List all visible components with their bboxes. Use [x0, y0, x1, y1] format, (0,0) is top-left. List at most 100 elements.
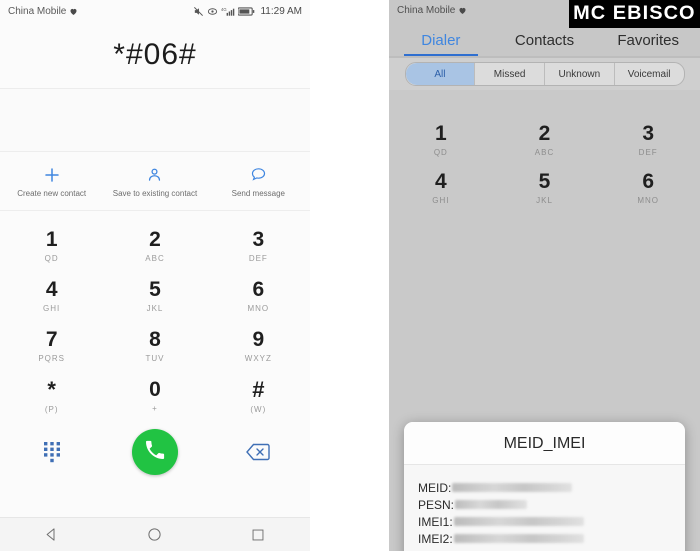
android-nav-bar [0, 517, 310, 551]
dialpad-key-4[interactable]: 4 GHI [0, 271, 103, 321]
signal-4g-icon: 4G [221, 6, 235, 17]
home-icon[interactable] [135, 518, 175, 551]
key-digit: 1 [434, 122, 447, 145]
dialog-row-pesn: PESN: [418, 496, 685, 513]
recents-icon[interactable] [238, 518, 278, 551]
dialpad-key-3[interactable]: 3 DEF [596, 116, 700, 164]
carrier-label-group: China Mobile [397, 5, 467, 16]
back-icon[interactable] [32, 518, 72, 551]
dialpad-key-5[interactable]: 5 JKL [103, 271, 206, 321]
key-digit: 9 [252, 328, 265, 351]
send-message-label: Send message [231, 188, 285, 198]
create-new-contact-label: Create new contact [17, 188, 87, 198]
dialpad-key-5[interactable]: 5 JKL [493, 164, 597, 212]
key-sublabel: (P) [44, 404, 59, 414]
dialpad-row: 4 GHI 5 JKL 6 MNO [389, 164, 700, 212]
key-sublabel: MNO [637, 196, 660, 205]
dialed-number-area[interactable]: *#06# [0, 22, 310, 88]
dialpad-row: * (P) 0 + # (W) [0, 371, 310, 421]
key-sublabel: QD [44, 254, 59, 263]
clock-label: 11:29 AM [260, 5, 302, 17]
imei2-value-redacted [453, 534, 584, 543]
dialpad-key-0[interactable]: 0 + [103, 371, 206, 421]
key-sublabel: (W) [250, 404, 267, 414]
dialpad-key-7[interactable]: 7 PQRS [0, 321, 103, 371]
send-message-button[interactable]: Send message [207, 165, 310, 198]
dialer-body-dimmed: 1 QD 2 ABC 3 DEF 4 GHI 5 JKL 6 MNO MEID_… [389, 90, 700, 551]
dialog-row-imei2: IMEI2: [418, 530, 685, 547]
dialpad-key-6[interactable]: 6 MNO [596, 164, 700, 212]
tab-favorites-label: Favorites [617, 32, 680, 49]
imei2-label: IMEI2: [418, 531, 453, 546]
dialpad: 1 QD 2 ABC 3 DEF 4 GHI 5 JKL 6 MNO 7 PQR… [0, 211, 310, 421]
keypad-grid-icon[interactable] [29, 429, 75, 475]
screenshot-stage: China Mobile 4G 11:29 AM *#06# Create ne… [0, 0, 700, 551]
carrier-name: China Mobile [397, 4, 456, 16]
filter-unknown[interactable]: Unknown [545, 63, 615, 85]
key-sublabel: GHI [432, 196, 450, 205]
dialpad-key-3[interactable]: 3 DEF [207, 221, 310, 271]
key-sublabel: DEF [248, 254, 268, 263]
pesn-value-redacted [455, 500, 528, 509]
filter-all-label: All [434, 68, 446, 80]
key-sublabel: PQRS [38, 354, 65, 363]
key-digit: 1 [45, 228, 58, 251]
dialed-number-text: *#06# [113, 38, 197, 71]
backspace-icon[interactable] [235, 429, 281, 475]
tab-contacts[interactable]: Contacts [493, 32, 597, 56]
tab-favorites[interactable]: Favorites [596, 32, 700, 56]
key-sublabel: + [152, 404, 158, 413]
eye-icon [207, 6, 218, 17]
key-digit: 3 [642, 122, 655, 145]
key-digit: 7 [45, 328, 58, 351]
watermark-badge: MC EBISCO [569, 0, 700, 28]
key-sublabel: TUV [145, 354, 165, 363]
contact-actions-row: Create new contact Save to existing cont… [0, 151, 310, 211]
carrier-label-group: China Mobile [8, 6, 78, 17]
dialpad-key-9[interactable]: 9 WXYZ [207, 321, 310, 371]
key-digit: 5 [149, 278, 161, 301]
call-filter-bar: All Missed Unknown Voicemail [389, 58, 700, 90]
dialpad-key-8[interactable]: 8 TUV [103, 321, 206, 371]
create-new-contact-button[interactable]: Create new contact [0, 165, 103, 198]
key-digit: 0 [149, 378, 161, 401]
dialpad-key-2[interactable]: 2 ABC [493, 116, 597, 164]
suggestion-area [0, 89, 310, 151]
key-sublabel: DEF [638, 148, 658, 157]
save-to-existing-contact-label: Save to existing contact [112, 188, 198, 198]
key-digit: 4 [45, 278, 58, 301]
dialpad-row: 4 GHI 5 JKL 6 MNO [0, 271, 310, 321]
status-bar: China Mobile 4G 11:29 AM [0, 0, 310, 22]
dialpad-key-1[interactable]: 1 QD [389, 116, 493, 164]
dialpad-key-2[interactable]: 2 ABC [103, 221, 206, 271]
heart-icon [69, 7, 78, 16]
dialog-row-imei1: IMEI1: [418, 513, 685, 530]
tab-contacts-label: Contacts [514, 32, 575, 49]
dialpad-key-4[interactable]: 4 GHI [389, 164, 493, 212]
filter-voicemail[interactable]: Voicemail [615, 63, 684, 85]
key-sublabel: QD [433, 148, 448, 157]
key-digit: 2 [149, 228, 161, 251]
dialpad-key-star[interactable]: * (P) [0, 371, 103, 421]
meid-imei-dialog: MEID_IMEI MEID: PESN: IMEI1: IMEI2: [404, 422, 685, 551]
meid-label: MEID: [418, 480, 452, 495]
key-sublabel: ABC [145, 254, 165, 263]
dialpad-key-hash[interactable]: # (W) [207, 371, 310, 421]
tab-dialer[interactable]: Dialer [389, 32, 493, 56]
save-to-existing-contact-button[interactable]: Save to existing contact [103, 165, 206, 198]
filter-all[interactable]: All [405, 63, 476, 85]
key-sublabel: JKL [536, 196, 553, 205]
key-digit: 3 [252, 228, 265, 251]
filter-unknown-label: Unknown [558, 68, 601, 80]
key-digit: * [47, 376, 56, 402]
call-button[interactable] [131, 429, 178, 475]
dialpad-row: 1 QD 2 ABC 3 DEF [0, 221, 310, 271]
dialpad-row: 7 PQRS 8 TUV 9 WXYZ [0, 321, 310, 371]
key-digit: 6 [642, 170, 655, 193]
dialpad-key-6[interactable]: 6 MNO [207, 271, 310, 321]
right-phone-screen: China Mobile MC EBISCO Dialer Contacts F… [389, 0, 700, 551]
filter-missed[interactable]: Missed [475, 63, 545, 85]
svg-text:4G: 4G [221, 6, 227, 11]
meid-value-redacted [452, 483, 573, 492]
dialpad-key-1[interactable]: 1 QD [0, 221, 103, 271]
